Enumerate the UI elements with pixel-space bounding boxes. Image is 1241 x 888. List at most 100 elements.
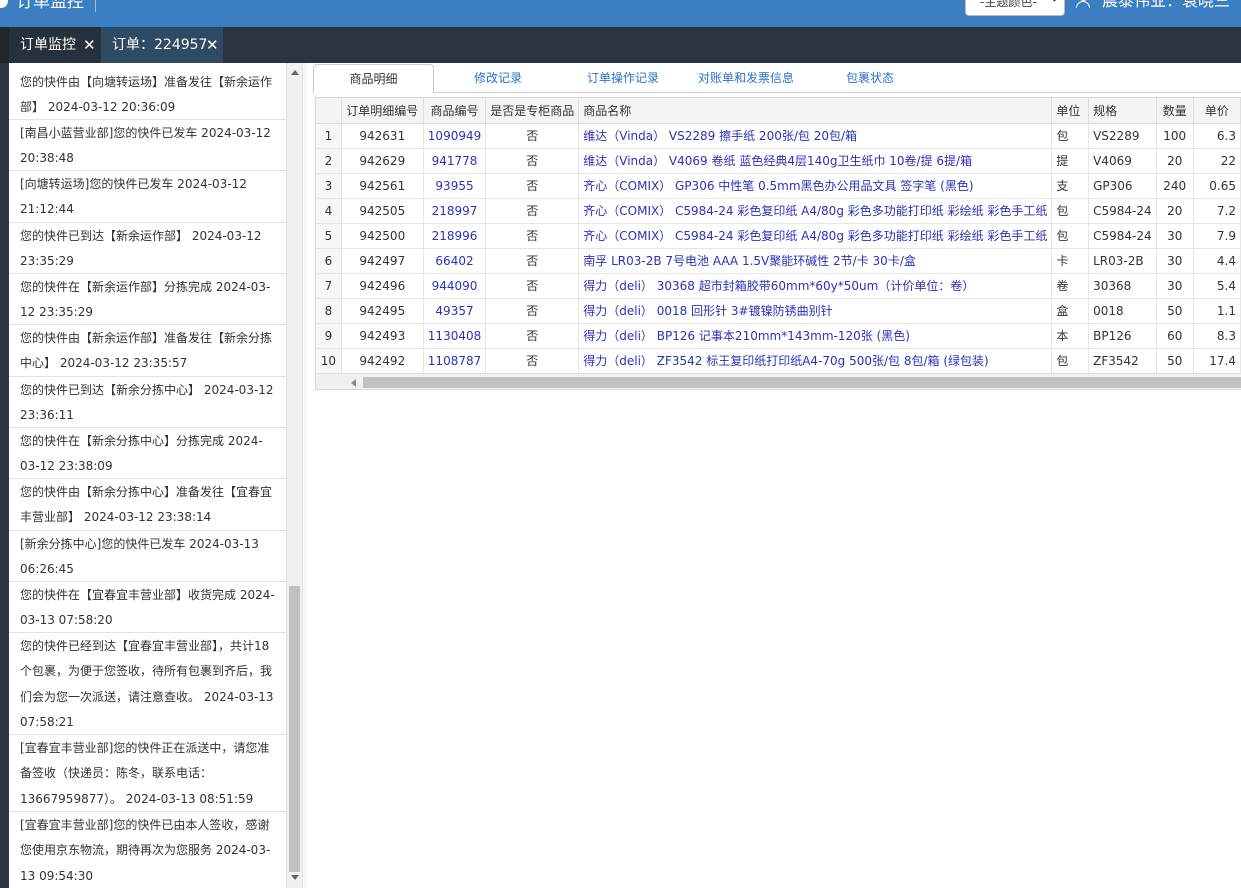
tab-order-detail[interactable]: 订单：224957 ✕ bbox=[101, 27, 223, 63]
cell-sku[interactable]: 1090949 bbox=[423, 123, 487, 149]
log-item: [向塘转运场]您的快件已发车 2024-03-12 21:12:44 bbox=[9, 172, 286, 223]
scrollbar-thumb[interactable] bbox=[363, 377, 1241, 388]
cell-sku[interactable]: 49357 bbox=[423, 298, 487, 324]
cell-rownum: 9 bbox=[316, 323, 342, 349]
table-row[interactable]: 7 942496 944090 否得力（deli） 30368 超市封箱胶带60mm*… bbox=[316, 273, 1241, 299]
cell-detail-id: 942497 bbox=[341, 248, 424, 274]
cell-product-name[interactable]: 齐心（COMIX） C5984-24 彩色复印纸 A4/80g 彩色多功能打印纸… bbox=[578, 223, 1053, 249]
table-header-row: 订单明细编号 商品编号 是否是专柜商品 商品名称 单位 规格 数量 单价 bbox=[316, 98, 1241, 124]
cell-unit: 包 bbox=[1051, 223, 1090, 249]
cell-rownum: 5 bbox=[316, 223, 342, 249]
cell-sku[interactable]: 1130408 bbox=[423, 323, 487, 349]
page-tab-strip: 订单监控 ✕ 订单：224957 ✕ bbox=[0, 27, 1241, 63]
column-header-counter[interactable]: 是否是专柜商品 bbox=[485, 98, 580, 124]
cell-product-name[interactable]: 齐心（COMIX） C5984-24 彩色复印纸 A4/80g 彩色多功能打印纸… bbox=[578, 198, 1053, 224]
table-row[interactable]: 1 942631 1090949 否维达（Vinda） VS2289 擦手纸 200张… bbox=[316, 123, 1241, 149]
table-row[interactable]: 8 942495 49357 否得力（deli） 0018 回形针 3#镀镍防锈曲别针… bbox=[316, 298, 1241, 324]
cell-sku[interactable]: 941778 bbox=[423, 148, 487, 174]
cell-sku[interactable]: 66402 bbox=[423, 248, 487, 274]
tab-statement-invoice[interactable]: 对账单和发票信息 bbox=[691, 64, 801, 93]
cell-spec: GP306 bbox=[1088, 173, 1157, 199]
panel-splitter[interactable] bbox=[302, 63, 307, 888]
cell-rownum: 6 bbox=[316, 248, 342, 274]
scroll-down-icon[interactable] bbox=[291, 875, 299, 880]
cell-counter: 否 bbox=[485, 148, 580, 174]
cell-counter: 否 bbox=[485, 123, 580, 149]
cell-product-name[interactable]: 南孚 LR03-2B 7号电池 AAA 1.5V聚能环碱性 2节/卡 30卡/盒 bbox=[578, 248, 1053, 274]
cell-sku[interactable]: 1108787 bbox=[423, 348, 487, 374]
cell-product-name[interactable]: 得力（deli） BP126 记事本210mm*143mm-120张 (黑色) bbox=[578, 323, 1053, 349]
scroll-left-icon[interactable] bbox=[351, 379, 356, 387]
cell-spec: VS2289 bbox=[1088, 123, 1157, 149]
cell-qty: 60 bbox=[1156, 323, 1194, 349]
table-row[interactable]: 5 942500 218996 否齐心（COMIX） C5984-24 彩色复印纸 A… bbox=[316, 223, 1241, 249]
cell-counter: 否 bbox=[485, 198, 580, 224]
user-icon bbox=[1076, 0, 1090, 8]
table-row[interactable]: 3 942561 93955 否齐心（COMIX） GP306 中性笔 0.5mm黑色… bbox=[316, 173, 1241, 199]
cell-sku[interactable]: 218997 bbox=[423, 198, 487, 224]
cell-product-name[interactable]: 得力（deli） 30368 超市封箱胶带60mm*60y*50um（计价单位：… bbox=[578, 273, 1053, 299]
cell-rownum: 7 bbox=[316, 273, 342, 299]
cell-qty: 100 bbox=[1156, 123, 1194, 149]
cell-product-name[interactable]: 得力（deli） ZF3542 标王复印纸打印纸A4-70g 500张/包 8包… bbox=[578, 348, 1053, 374]
table-row[interactable]: 2 942629 941778 否维达（Vinda） V4069 卷纸 蓝色经典4层1… bbox=[316, 148, 1241, 174]
log-item: [南昌小蓝营业部]您的快件已发车 2024-03-12 20:38:48 bbox=[9, 121, 286, 171]
cell-price: 7.9 bbox=[1193, 223, 1241, 249]
table-row[interactable]: 10 942492 1108787 否得力（deli） ZF3542 标王复印纸打印纸… bbox=[316, 348, 1241, 374]
table-row[interactable]: 6 942497 66402 否南孚 LR03-2B 7号电池 AAA 1.5V聚能环… bbox=[316, 248, 1241, 274]
cell-rownum: 8 bbox=[316, 298, 342, 324]
column-header-sku[interactable]: 商品编号 bbox=[423, 98, 487, 124]
cell-product-name[interactable]: 维达（Vinda） V4069 卷纸 蓝色经典4层140g卫生纸巾 10卷/提 … bbox=[578, 148, 1053, 174]
close-icon[interactable]: ✕ bbox=[206, 27, 219, 63]
cell-price: 5.4 bbox=[1193, 273, 1241, 299]
column-header-unit[interactable]: 单位 bbox=[1051, 98, 1090, 124]
log-item: [新余分拣中心]您的快件已发车 2024-03-13 06:26:45 bbox=[9, 532, 286, 582]
cell-qty: 30 bbox=[1156, 273, 1194, 299]
cell-counter: 否 bbox=[485, 348, 580, 374]
product-table: 订单明细编号 商品编号 是否是专柜商品 商品名称 单位 规格 数量 单价 1 94… bbox=[316, 98, 1241, 374]
theme-select-value: -主题颜色- bbox=[980, 0, 1037, 9]
log-item: [宜春宜丰营业部]您的快件已由本人签收，感谢您使用京东物流，期待再次为您服务 2… bbox=[9, 813, 286, 888]
user-menu[interactable]: 晨泰伟业：袁晓三 bbox=[1076, 0, 1230, 12]
tab-order-operation-log[interactable]: 订单操作记录 bbox=[573, 64, 673, 93]
cell-sku[interactable]: 93955 bbox=[423, 173, 487, 199]
grid-horizontal-scrollbar[interactable] bbox=[316, 373, 1241, 389]
log-item: 您的快件已到达【新余运作部】 2024-03-12 23:35:29 bbox=[9, 224, 286, 274]
cell-product-name[interactable]: 齐心（COMIX） GP306 中性笔 0.5mm黑色办公用品文具 签字笔 (黑… bbox=[578, 173, 1053, 199]
cell-counter: 否 bbox=[485, 248, 580, 274]
log-item: 您的快件已到达【新余分拣中心】 2024-03-12 23:36:11 bbox=[9, 378, 286, 428]
tab-change-log[interactable]: 修改记录 bbox=[453, 64, 543, 93]
log-scrollbar[interactable] bbox=[286, 63, 302, 888]
cell-rownum: 10 bbox=[316, 348, 342, 374]
cell-detail-id: 942561 bbox=[341, 173, 424, 199]
scrollbar-thumb[interactable] bbox=[289, 586, 300, 872]
log-item: 您的快件由【新余运作部】准备发往【新余分拣中心】 2024-03-12 23:3… bbox=[9, 326, 286, 377]
cell-product-name[interactable]: 维达（Vinda） VS2289 擦手纸 200张/包 20包/箱 bbox=[578, 123, 1053, 149]
scroll-up-icon[interactable] bbox=[291, 70, 299, 75]
close-icon[interactable]: ✕ bbox=[83, 27, 96, 63]
cell-product-name[interactable]: 得力（deli） 0018 回形针 3#镀镍防锈曲别针 bbox=[578, 298, 1053, 324]
cell-detail-id: 942631 bbox=[341, 123, 424, 149]
cell-counter: 否 bbox=[485, 223, 580, 249]
tab-order-monitor[interactable]: 订单监控 ✕ bbox=[9, 27, 101, 63]
cell-sku[interactable]: 944090 bbox=[423, 273, 487, 299]
cell-counter: 否 bbox=[485, 323, 580, 349]
cell-qty: 20 bbox=[1156, 148, 1194, 174]
column-header-rownum bbox=[316, 98, 342, 124]
column-header-name[interactable]: 商品名称 bbox=[578, 98, 1053, 124]
column-header-price[interactable]: 单价 bbox=[1193, 98, 1241, 124]
column-header-spec[interactable]: 规格 bbox=[1088, 98, 1157, 124]
tab-package-status[interactable]: 包裹状态 bbox=[828, 64, 912, 93]
cell-qty: 50 bbox=[1156, 348, 1194, 374]
cell-unit: 本 bbox=[1051, 323, 1090, 349]
table-row[interactable]: 4 942505 218997 否齐心（COMIX） C5984-24 彩色复印纸 A… bbox=[316, 198, 1241, 224]
theme-color-select[interactable]: -主题颜色- bbox=[965, 0, 1065, 16]
column-header-detail-id[interactable]: 订单明细编号 bbox=[341, 98, 424, 124]
tab-product-details[interactable]: 商品明细 bbox=[313, 64, 434, 94]
cell-rownum: 1 bbox=[316, 123, 342, 149]
cell-qty: 20 bbox=[1156, 198, 1194, 224]
column-header-qty[interactable]: 数量 bbox=[1156, 98, 1194, 124]
cell-detail-id: 942505 bbox=[341, 198, 424, 224]
cell-sku[interactable]: 218996 bbox=[423, 223, 487, 249]
table-row[interactable]: 9 942493 1130408 否得力（deli） BP126 记事本210mm*1… bbox=[316, 323, 1241, 349]
